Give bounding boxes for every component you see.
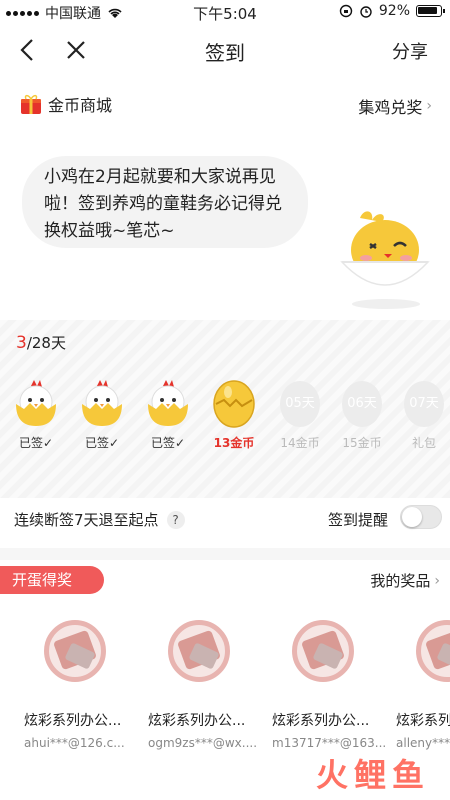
prize-header: 开蛋得奖 我的奖品 › [0,566,450,596]
egg-day-text: 07天 [409,396,439,411]
gift-icon [21,94,41,114]
status-right: 92% [339,3,445,19]
coin-mall-label: 金币商城 [48,96,113,115]
prize-item[interactable]: 炫彩系列办公... ogm9zs***@wx.... [148,620,272,750]
orientation-lock-icon [339,4,353,18]
checkin-rule-text: 连续断签7天退至起点 [14,511,159,529]
hatched-chick-icon [82,380,122,426]
page-title: 签到 [205,41,245,65]
chevron-right-icon: › [426,98,432,114]
prize-name: 炫彩系列办公... [272,713,370,729]
day-reward-label: 14金币 [280,436,320,450]
egg-day-text: 06天 [347,396,377,411]
prize-item[interactable]: 炫彩系列办公... m13717***@163... [272,620,396,750]
status-bar: 中国联通 下午5:04 92% [0,0,450,24]
prize-winner: ogm9zs***@wx.... [148,736,258,750]
mall-row: 金币商城 集鸡兑奖 › [0,92,450,122]
chick-speech-bubble: 小鸡在2月起就要和大家说再见啦！签到养鸡的童鞋务必记得兑换权益哦~笔芯~ [22,156,308,248]
total-days: /28天 [26,334,66,352]
checkin-rule: 连续断签7天退至起点 ? [14,509,185,530]
day-item-today[interactable]: 13金币 [204,376,264,451]
golden-egg-icon [213,380,255,428]
alarm-icon [360,6,372,18]
reminder-toggle[interactable] [400,505,442,529]
help-icon[interactable]: ? [166,510,185,529]
battery-icon [416,5,445,17]
reminder-label: 签到提醒 [327,511,388,529]
chick-mascot-icon[interactable] [330,200,440,310]
day-status-label: 已签✓ [84,436,120,450]
prize-winner: m13717***@163... [272,736,387,750]
battery-percent: 92% [378,3,410,19]
day-item[interactable]: 已签✓ [72,376,132,451]
prize-thumbnail [292,620,354,682]
prize-item[interactable]: 炫彩系列办公... alleny***@ [396,620,450,750]
prize-thumbnail [416,620,450,682]
my-prizes-label: 我的奖品 [370,572,431,590]
prize-winner: alleny***@ [396,736,450,750]
prize-name: 炫彩系列办公... [396,713,450,729]
day-item[interactable]: 07天 礼包 [394,376,450,451]
prize-thumbnail [44,620,106,682]
prize-name: 炫彩系列办公... [148,713,246,729]
prize-list: 炫彩系列办公... ahui***@126.c... 炫彩系列办公... ogm… [0,620,450,770]
share-button[interactable]: 分享 [392,38,428,64]
reminder-row: 连续断签7天退至起点 ? 签到提醒 [0,505,450,535]
hatched-chick-icon [16,380,56,426]
prize-thumbnail [168,620,230,682]
prize-name: 炫彩系列办公... [24,713,122,729]
prize-item[interactable]: 炫彩系列办公... ahui***@126.c... [24,620,148,750]
day-reward-label: 15金币 [342,436,382,450]
day-item[interactable]: 06天 15金币 [332,376,392,451]
chicken-exchange-label: 集鸡兑奖 [358,98,423,117]
coin-mall-link[interactable]: 金币商城 [20,92,112,116]
egg-day-text: 05天 [285,396,315,411]
hatched-chick-icon [148,380,188,426]
nav-bar: 签到 分享 [0,24,450,76]
chevron-right-icon: › [434,572,440,589]
day-item[interactable]: 已签✓ [6,376,66,451]
egg-list: 已签✓ 已签✓ 已签✓ 13金币 05天 14金币 06天 15金币 07天 礼… [0,376,450,466]
chicken-exchange-link[interactable]: 集鸡兑奖 › [358,94,432,118]
open-egg-prize-tag: 开蛋得奖 [0,566,104,594]
day-status-label: 已签✓ [150,436,186,450]
day-item[interactable]: 05天 14金币 [270,376,330,451]
current-day: 3 [16,333,27,353]
checkin-progress-area: 3/28天 已签✓ 已签✓ 已签✓ 13金币 05天 14金币 06天 15金币 [0,320,450,498]
checkin-day-count: 3/28天 [16,332,66,353]
day-status-label: 已签✓ [18,436,54,450]
section-divider [0,548,450,560]
watermark-logo: 火鲤鱼 [315,756,430,794]
day-item[interactable]: 已签✓ [138,376,198,451]
day-reward-label: 礼包 [411,436,436,450]
prize-winner: ahui***@126.c... [24,736,125,750]
day-reward-label: 13金币 [213,436,255,450]
my-prizes-link[interactable]: 我的奖品 › [370,570,440,591]
